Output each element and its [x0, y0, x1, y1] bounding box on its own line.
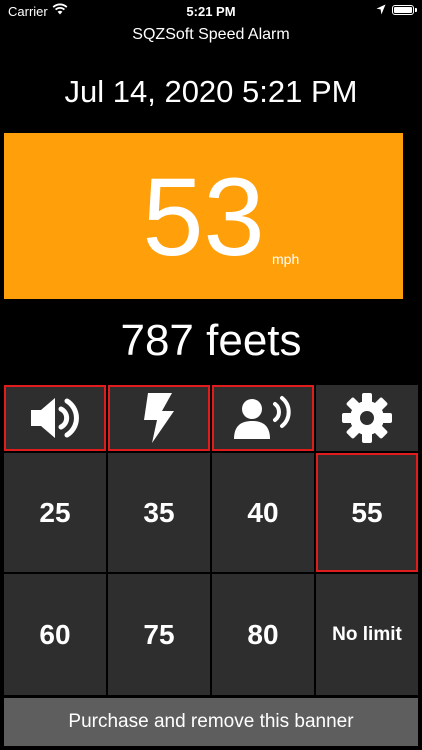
limit-40-button[interactable]: 40	[212, 453, 314, 572]
purchase-banner[interactable]: Purchase and remove this banner	[4, 698, 418, 746]
limit-35-button[interactable]: 35	[108, 453, 210, 572]
location-arrow-icon	[376, 4, 386, 15]
voice-toggle-button[interactable]	[212, 385, 314, 451]
speaker-icon	[31, 398, 79, 438]
no-limit-button[interactable]: No limit	[316, 574, 418, 695]
limit-75-button[interactable]: 75	[108, 574, 210, 695]
gear-icon	[342, 393, 392, 443]
limit-80-button[interactable]: 80	[212, 574, 314, 695]
speed-value: 53	[142, 156, 265, 279]
limit-25-button[interactable]: 25	[4, 453, 106, 572]
limit-55-button[interactable]: 55	[316, 453, 418, 572]
battery-icon	[392, 5, 417, 15]
settings-button[interactable]	[316, 385, 418, 451]
lightning-icon	[144, 393, 174, 443]
sound-toggle-button[interactable]	[4, 385, 106, 451]
voice-icon	[234, 396, 291, 439]
flash-toggle-button[interactable]	[108, 385, 210, 451]
app-title: SQZSoft Speed Alarm	[132, 26, 290, 43]
distance-readout: 787 feets	[120, 316, 302, 365]
status-time: 5:21 PM	[186, 4, 236, 19]
speed-unit: mph	[272, 251, 300, 267]
status-bar: Carrier 5:21 PM	[0, 0, 422, 22]
control-grid: 25 35 40 55 60 75 80 No limit	[4, 385, 418, 695]
speed-panel: 53 mph	[4, 133, 403, 299]
limit-60-button[interactable]: 60	[4, 574, 106, 695]
current-datetime: Jul 14, 2020 5:21 PM	[64, 74, 358, 109]
